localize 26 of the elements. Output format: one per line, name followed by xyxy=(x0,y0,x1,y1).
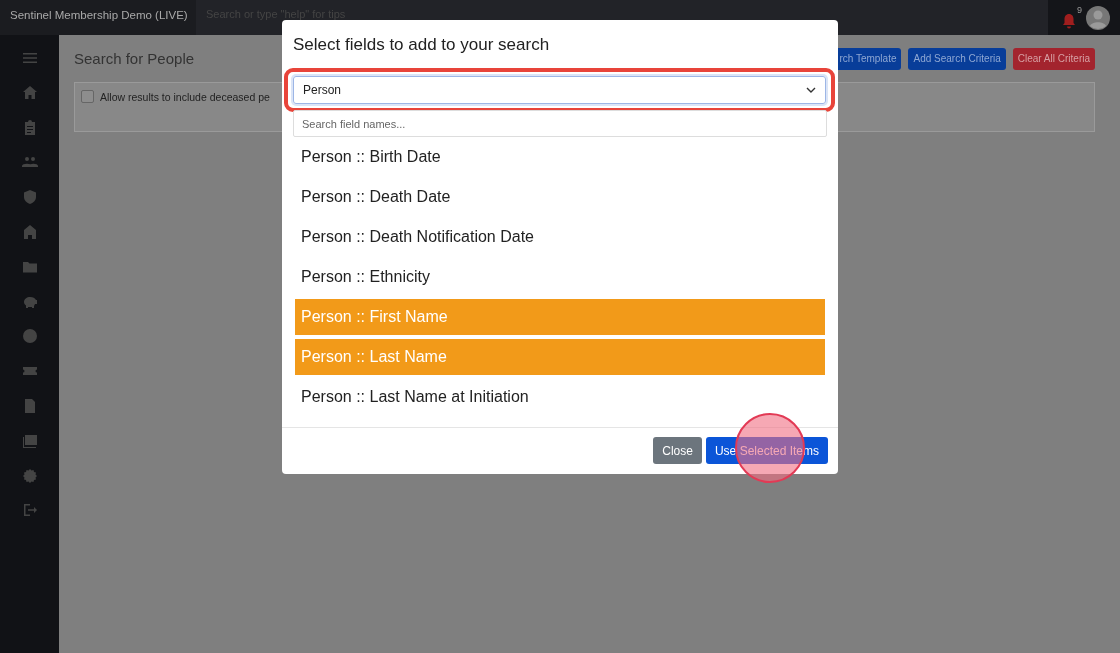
action-button[interactable]: Add Search Criteria xyxy=(908,47,1006,70)
search-field[interactable]: Search field names... xyxy=(293,110,827,137)
checkbox[interactable] xyxy=(81,90,94,103)
images-icon[interactable] xyxy=(21,432,38,449)
home-icon[interactable] xyxy=(21,84,38,101)
field-option[interactable]: Person :: Ethnicity xyxy=(295,259,825,295)
field-option[interactable]: Person :: Death Date xyxy=(295,179,825,215)
dialog-button[interactable]: Close xyxy=(653,437,702,464)
house-icon[interactable] xyxy=(21,224,38,240)
checkbox-label: Allow results to include deceased pe xyxy=(100,90,270,103)
avatar-icon[interactable] xyxy=(1086,5,1110,30)
field-option[interactable]: Person :: Last Name at Initiation xyxy=(295,379,825,415)
menu-icon[interactable] xyxy=(21,50,38,66)
bell-icon xyxy=(1062,12,1076,29)
notification-count: 9 xyxy=(1077,4,1082,15)
shield-icon[interactable] xyxy=(21,189,38,206)
logout-icon[interactable] xyxy=(21,502,38,519)
dialog-title: Select fields to add to your search xyxy=(292,34,551,56)
app-title[interactable]: Sentinel Membership Demo (LIVE) xyxy=(0,0,196,21)
page-title: Search for People xyxy=(74,50,195,67)
settings-icon[interactable] xyxy=(21,467,38,484)
chevron-icon xyxy=(806,87,816,93)
field-option[interactable]: Person :: Birth Date xyxy=(295,139,825,175)
action-button[interactable]: Clear All Criteria xyxy=(1012,47,1095,70)
category-select[interactable]: Person xyxy=(293,76,826,104)
field-option[interactable]: Person :: Death Notification Date xyxy=(295,219,825,255)
